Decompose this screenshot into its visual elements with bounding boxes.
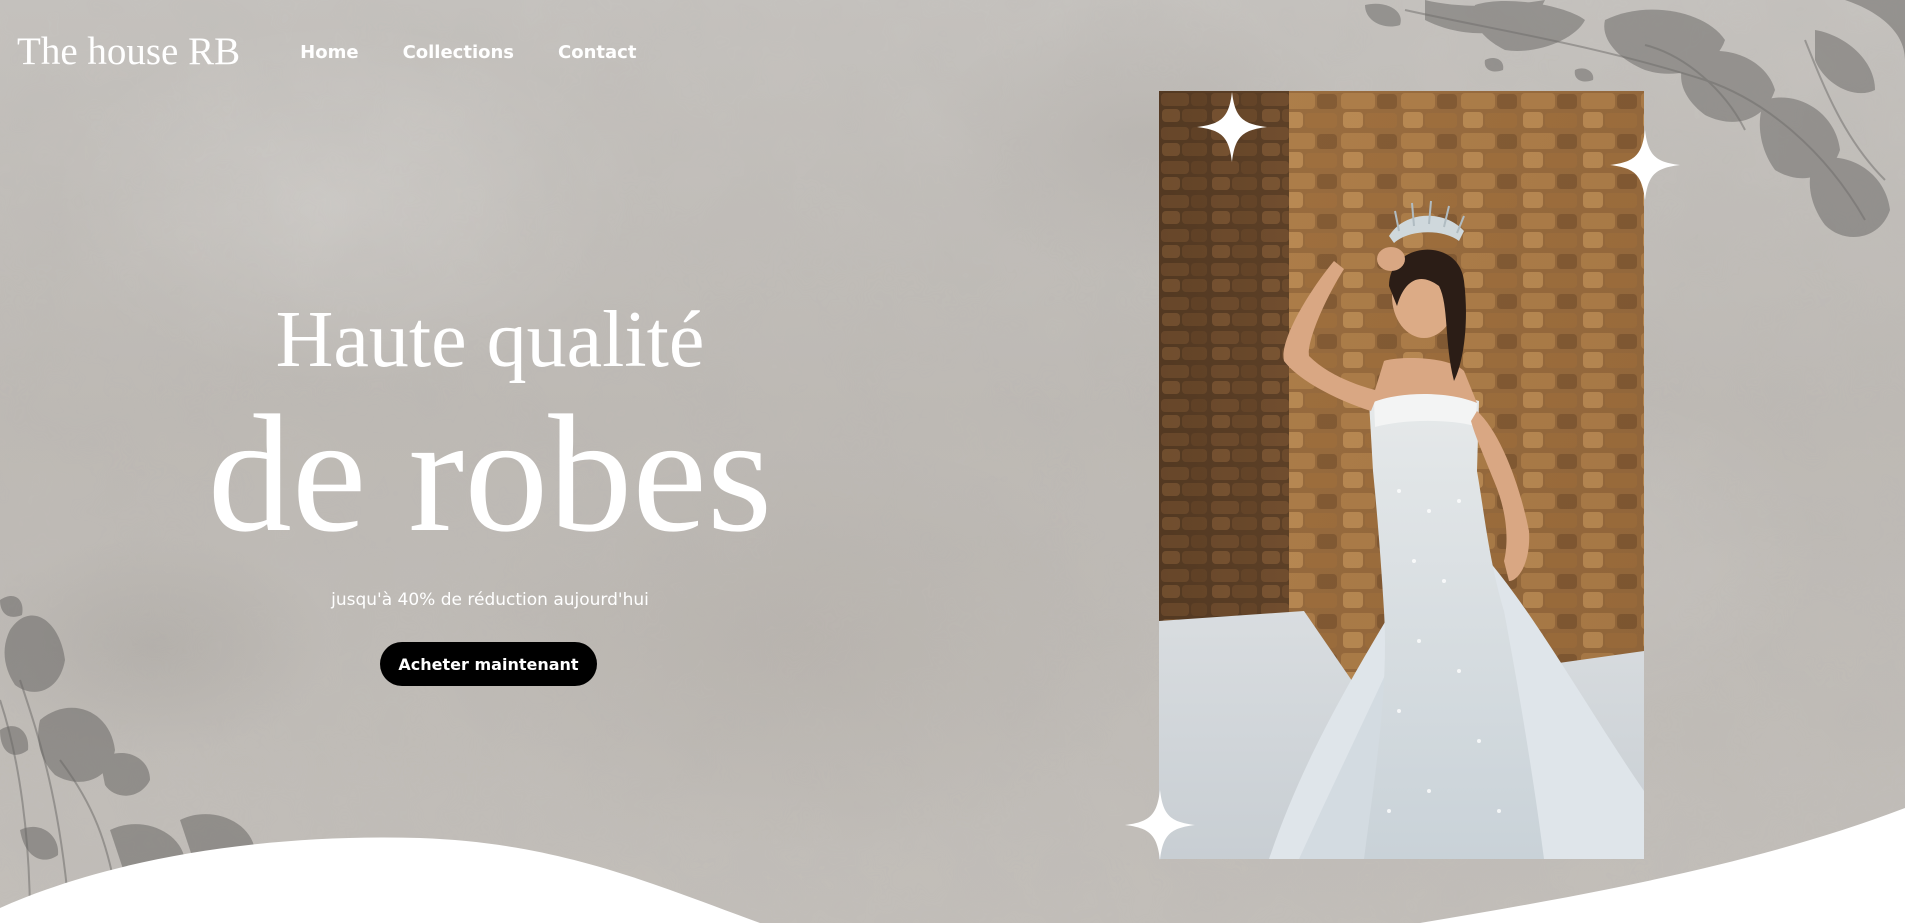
- hero-title-line-2: de robes: [207, 381, 773, 567]
- nav-link-contact[interactable]: Contact: [558, 42, 636, 63]
- bride-photo: [1159, 91, 1644, 859]
- sparkle-icon: [1610, 130, 1680, 200]
- hero-subtitle: jusqu'à 40% de réduction aujourd'hui: [331, 590, 649, 610]
- nav-link-home[interactable]: Home: [300, 42, 358, 63]
- nav-links: Home Collections Contact: [300, 42, 680, 63]
- bottom-wave-divider: [0, 808, 1905, 923]
- top-navigation: The house RB Home Collections Contact: [0, 0, 1905, 104]
- landing-page: The house RB Home Collections Contact Ha…: [0, 0, 1905, 923]
- nav-link-collections[interactable]: Collections: [403, 42, 514, 63]
- hero-title-line-1: Haute qualité: [275, 296, 705, 384]
- sparkle-icon: [1197, 92, 1267, 162]
- shop-now-button[interactable]: Acheter maintenant: [380, 642, 597, 686]
- brand-logo[interactable]: The house RB: [17, 29, 240, 74]
- bride-photo-image: [1159, 91, 1644, 859]
